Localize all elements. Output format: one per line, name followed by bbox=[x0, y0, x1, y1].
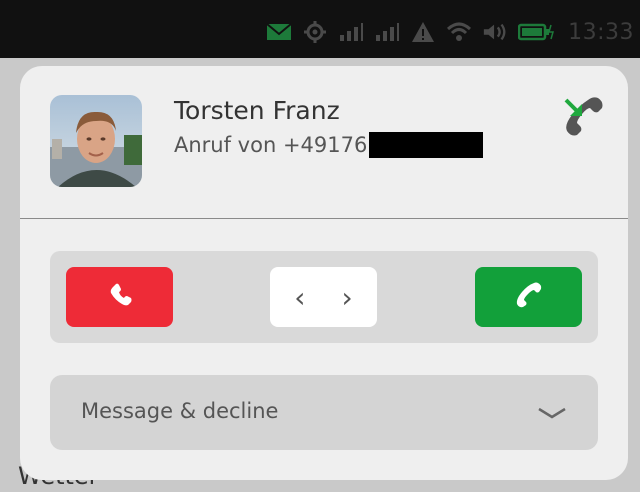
phone-icon bbox=[514, 280, 544, 314]
caller-avatar bbox=[50, 95, 142, 187]
redacted-number bbox=[369, 132, 484, 158]
message-icon bbox=[266, 21, 292, 43]
answer-slider-handle[interactable]: ‹ › bbox=[270, 267, 377, 327]
chevron-right-icon: › bbox=[341, 280, 353, 314]
chevron-down-icon bbox=[536, 403, 568, 423]
caller-name: Torsten Franz bbox=[174, 96, 340, 125]
battery-icon bbox=[518, 21, 555, 43]
signal-icon bbox=[338, 21, 364, 43]
status-bar: 13:33 bbox=[0, 0, 640, 58]
volume-icon bbox=[482, 21, 508, 43]
location-icon bbox=[302, 21, 328, 43]
decline-call-button[interactable] bbox=[66, 267, 173, 327]
alert-icon bbox=[410, 21, 436, 43]
clock: 13:33 bbox=[568, 19, 634, 45]
signal-icon bbox=[374, 21, 400, 43]
divider bbox=[20, 218, 628, 219]
status-icons: 13:33 bbox=[266, 12, 640, 52]
incoming-call-snap-decision: Torsten Franz Anruf von +49176 ‹ › Messa… bbox=[20, 66, 628, 480]
chevron-left-icon: ‹ bbox=[294, 280, 306, 314]
incoming-call-icon bbox=[560, 94, 606, 140]
wifi-icon bbox=[446, 21, 472, 43]
accept-call-button[interactable] bbox=[475, 267, 582, 327]
message-decline-dropdown[interactable]: Message & decline bbox=[50, 375, 598, 450]
message-decline-label: Message & decline bbox=[81, 399, 279, 423]
hang-up-icon bbox=[105, 280, 135, 314]
call-action-panel: ‹ › bbox=[50, 251, 598, 343]
caller-number-line: Anruf von +49176 bbox=[174, 132, 484, 158]
caller-number-prefix: Anruf von +49176 bbox=[174, 133, 368, 157]
